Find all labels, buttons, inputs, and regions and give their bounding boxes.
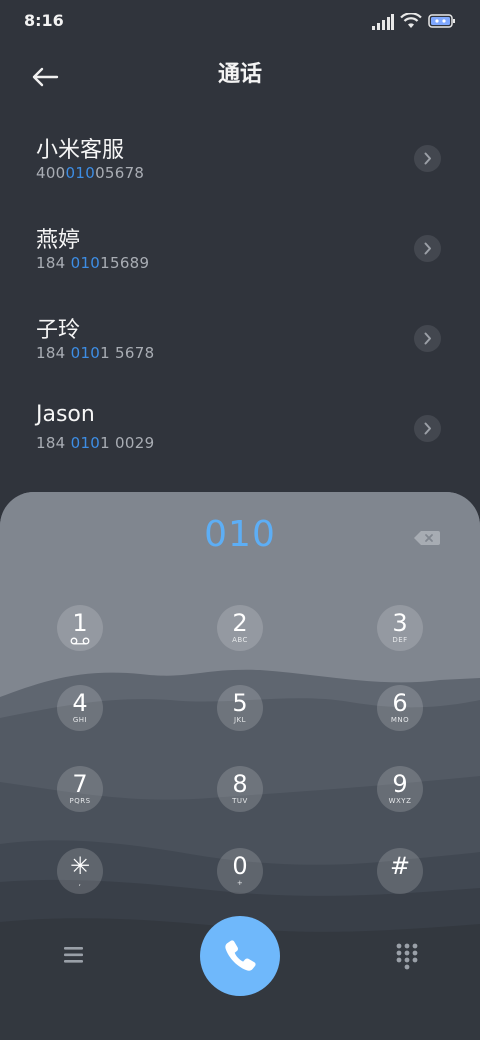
bottom-action-bar — [0, 916, 480, 996]
key-digit: 2 — [232, 609, 248, 637]
contact-number: 184 0101 0029 — [36, 434, 154, 452]
contact-number: 40001005678 — [36, 164, 144, 182]
contact-detail-button[interactable] — [414, 145, 441, 172]
chevron-right-icon — [424, 242, 431, 255]
key-digit: 8 — [232, 770, 248, 798]
number-suffix: 1 5678 — [100, 344, 155, 362]
contact-number: 184 0101 5678 — [36, 344, 154, 362]
key-letters: ABC — [232, 636, 248, 644]
contact-detail-button[interactable] — [414, 325, 441, 352]
app-bar: 通话 — [0, 44, 480, 98]
contact-name: 小米客服 — [36, 138, 125, 163]
signal-icon — [372, 14, 394, 30]
key-digit: 5 — [232, 689, 248, 717]
backspace-icon — [414, 531, 440, 545]
chevron-right-icon — [424, 422, 431, 435]
contact-name: Jason — [36, 402, 95, 427]
chevron-right-icon — [424, 152, 431, 165]
contact-name: 燕婷 — [36, 228, 81, 253]
key-star[interactable]: ✳ , — [57, 848, 103, 894]
chevron-right-icon — [424, 332, 431, 345]
key-letters: MNO — [390, 716, 410, 724]
number-prefix: 184 — [36, 434, 71, 452]
contact-detail-button[interactable] — [414, 415, 441, 442]
keypad-toggle-button[interactable] — [394, 942, 420, 972]
key-2[interactable]: 2 ABC — [217, 605, 263, 651]
key-letters: , — [78, 879, 82, 887]
key-digit: 3 — [392, 609, 408, 637]
contact-list: 小米客服 40001005678 燕婷 184 01015689 子玲 184 … — [0, 112, 480, 472]
key-7[interactable]: 7 PQRS — [57, 766, 103, 812]
key-5[interactable]: 5 JKL — [217, 685, 263, 731]
dialpad-icon — [396, 943, 418, 970]
key-letters: TUV — [232, 797, 248, 805]
key-letters: JKL — [233, 716, 247, 724]
list-item[interactable]: 子玲 184 0101 5678 — [0, 292, 480, 382]
number-prefix: 184 — [36, 344, 71, 362]
call-button[interactable] — [200, 916, 280, 996]
dialed-number-display: 010 — [204, 514, 276, 555]
key-6[interactable]: 6 MNO — [377, 685, 423, 731]
key-1[interactable]: 1 — [57, 605, 103, 651]
number-suffix: 15689 — [100, 254, 150, 272]
key-digit: 4 — [72, 689, 88, 717]
key-digit: 0 — [232, 852, 248, 880]
key-3[interactable]: 3 DEF — [377, 605, 423, 651]
phone-icon — [225, 940, 256, 971]
status-bar: 8:16 — [0, 0, 480, 44]
key-hash[interactable]: # — [377, 848, 423, 894]
voicemail-icon — [70, 637, 90, 645]
key-0[interactable]: 0 + — [217, 848, 263, 894]
key-digit: 7 — [72, 770, 88, 798]
key-9[interactable]: 9 WXYZ — [377, 766, 423, 812]
battery-icon — [428, 14, 455, 28]
key-letters: DEF — [392, 636, 408, 644]
key-digit: # — [389, 852, 411, 880]
key-letters: WXYZ — [388, 797, 412, 805]
status-time: 8:16 — [24, 11, 64, 30]
contact-name: 子玲 — [36, 318, 81, 343]
key-digit: 1 — [72, 609, 88, 637]
key-8[interactable]: 8 TUV — [217, 766, 263, 812]
number-match-highlight: 010 — [70, 344, 101, 362]
number-suffix: 05678 — [95, 164, 145, 182]
key-digit: 6 — [392, 689, 408, 717]
key-4[interactable]: 4 GHI — [57, 685, 103, 731]
menu-icon — [64, 947, 83, 963]
wifi-icon — [400, 13, 422, 28]
page-title: 通话 — [217, 62, 262, 87]
contact-number: 184 01015689 — [36, 254, 149, 272]
list-item[interactable]: 燕婷 184 01015689 — [0, 202, 480, 292]
backspace-button[interactable] — [412, 528, 442, 548]
number-match-highlight: 010 — [70, 254, 101, 272]
key-letters: GHI — [72, 716, 88, 724]
list-item[interactable]: Jason 184 0101 0029 — [0, 382, 480, 472]
list-item[interactable]: 小米客服 40001005678 — [0, 112, 480, 202]
number-match-highlight: 010 — [65, 164, 96, 182]
number-prefix: 184 — [36, 254, 71, 272]
key-digit: ✳ — [69, 852, 91, 880]
menu-button[interactable] — [60, 942, 88, 968]
number-suffix: 1 0029 — [100, 434, 155, 452]
contact-detail-button[interactable] — [414, 235, 441, 262]
key-digit: 9 — [392, 770, 408, 798]
number-prefix: 400 — [36, 164, 66, 182]
key-letters: PQRS — [69, 797, 91, 805]
number-match-highlight: 010 — [70, 434, 101, 452]
key-letters: + — [236, 879, 244, 887]
